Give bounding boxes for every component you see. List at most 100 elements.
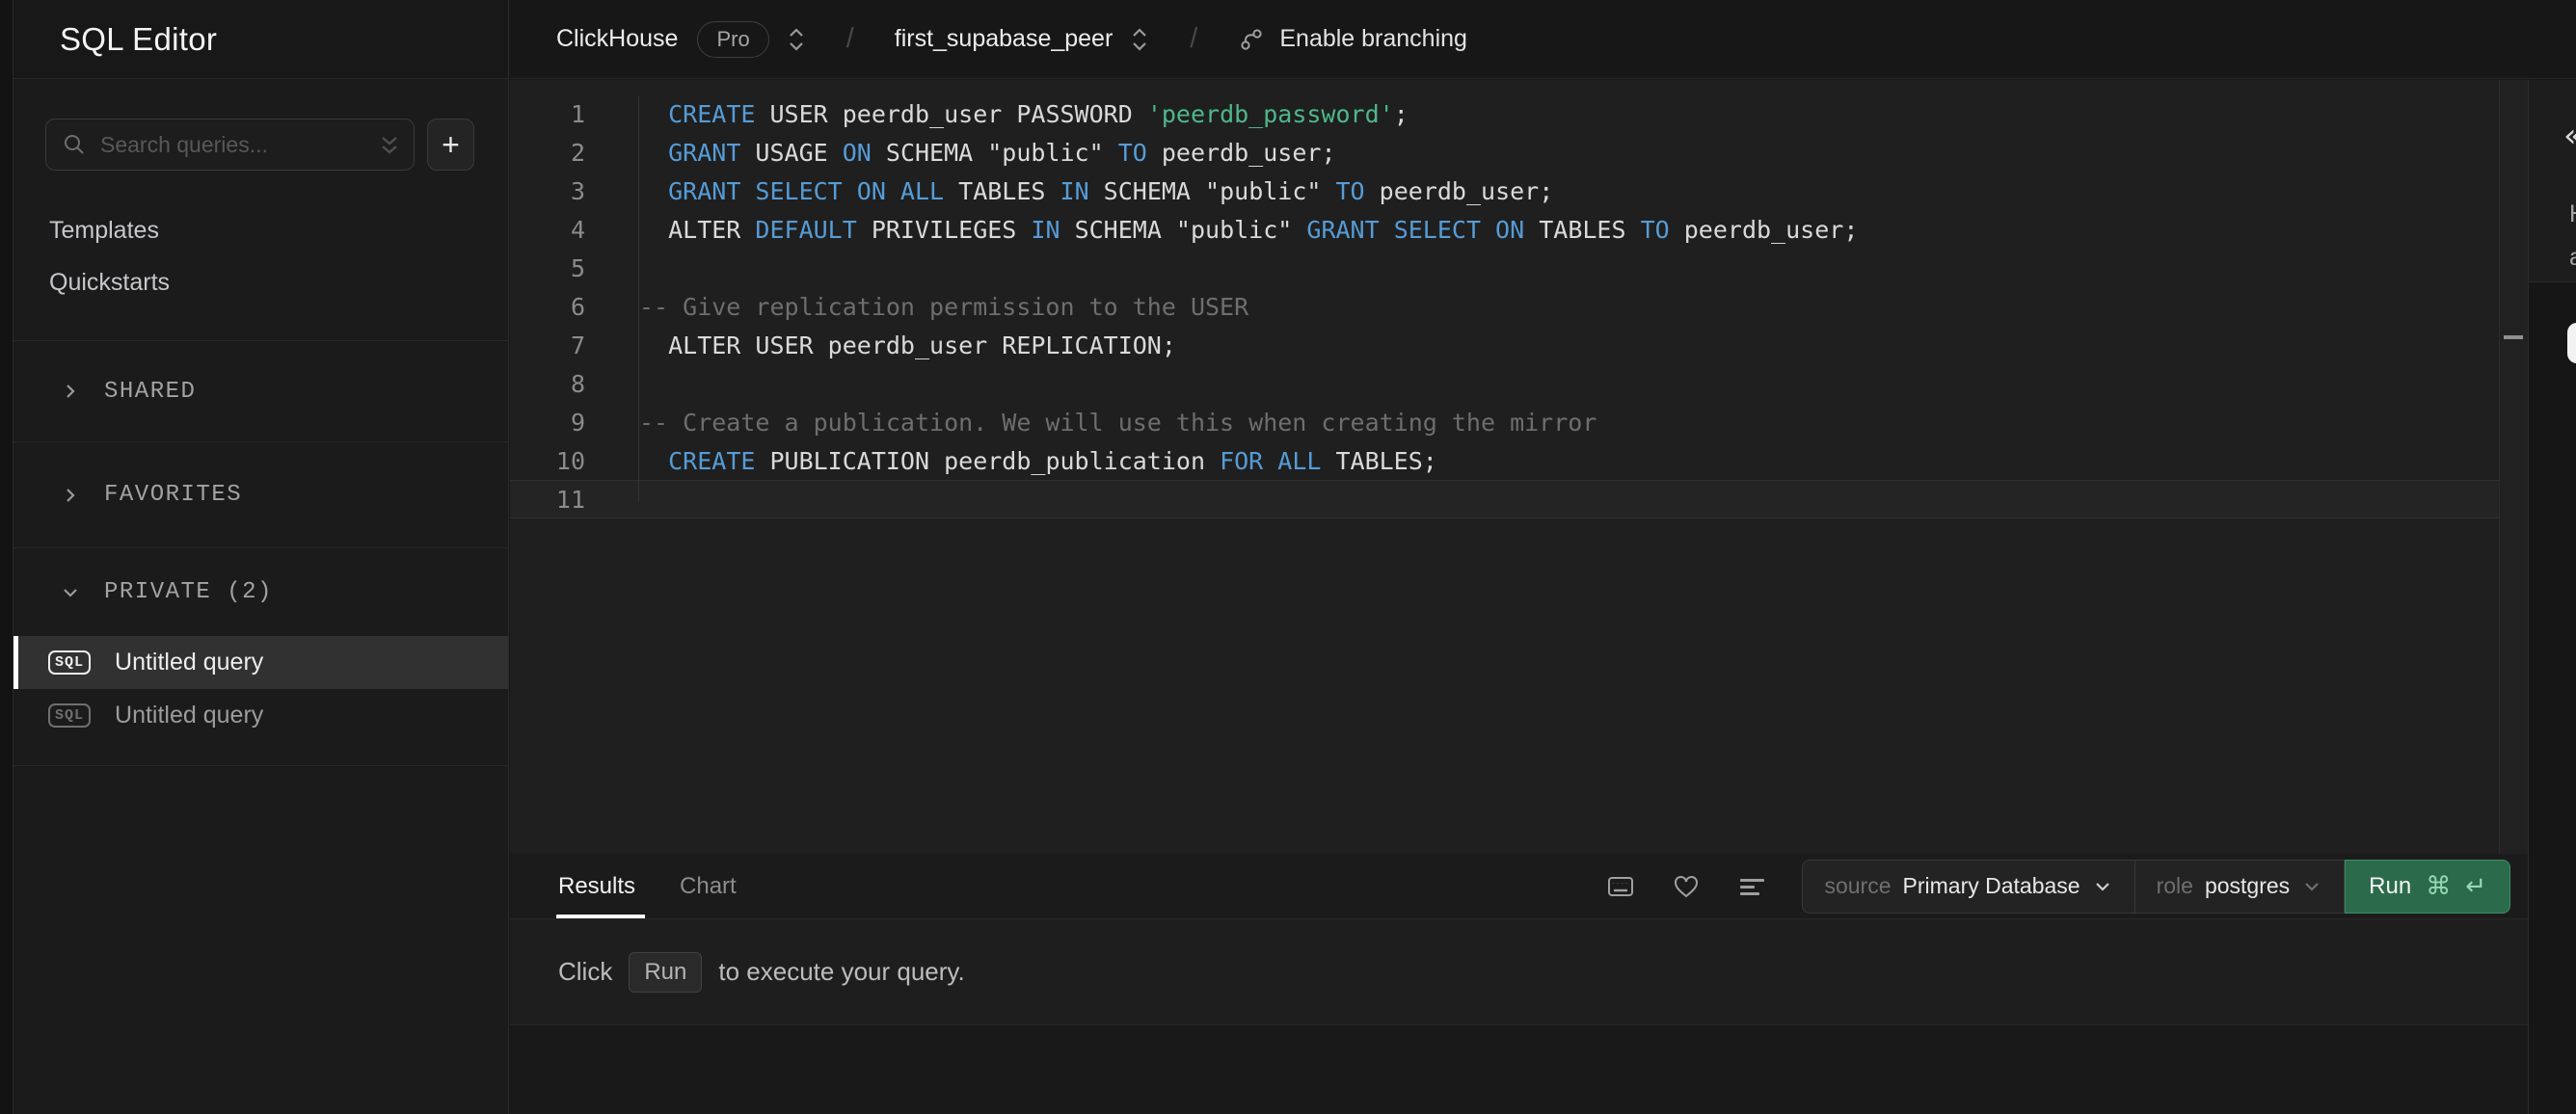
run-button[interactable]: Run ⌘ ↵	[2345, 859, 2510, 914]
favorite-heart-icon[interactable]	[1671, 871, 1702, 902]
code-token: SCHEMA "public"	[1060, 215, 1307, 244]
new-query-button[interactable]: +	[427, 119, 474, 171]
code-line[interactable]: 6 -- Give replication permission to the U…	[510, 287, 2499, 326]
code-token: SCHEMA "public"	[871, 138, 1118, 167]
sidebar-header: SQL Editor	[13, 0, 508, 79]
code-token: ALTER	[639, 215, 756, 244]
code-token: TO	[1335, 176, 1365, 205]
line-number: 5	[570, 253, 585, 282]
code-token: ON	[842, 138, 872, 167]
search-input[interactable]	[98, 130, 367, 159]
code-line[interactable]: 3 GRANT SELECT ON ALL TABLES IN SCHEMA "…	[510, 172, 2499, 210]
format-lines-icon[interactable]	[1736, 871, 1767, 902]
query-label: Untitled query	[115, 649, 264, 676]
chevron-right-icon	[67, 488, 75, 502]
run-label: Run	[2369, 872, 2412, 899]
source-label: source	[1824, 873, 1892, 898]
code-token: USAGE	[740, 138, 843, 167]
section-label: FAVORITES	[104, 482, 243, 508]
code-token: peerdb_user;	[1146, 138, 1336, 167]
role-select[interactable]: role postgres	[2134, 859, 2346, 914]
panel-text-fragment: a	[2569, 244, 2576, 271]
section-shared[interactable]: SHARED	[13, 340, 508, 441]
indent-guide	[638, 96, 639, 501]
cursor-position-marker[interactable]	[2504, 335, 2523, 339]
page-title: SQL Editor	[60, 20, 218, 57]
code-line[interactable]: 11	[510, 480, 2499, 518]
results-panel: Results Chart source Primary Database ro…	[510, 854, 2528, 1114]
editor-scrollbar-track[interactable]	[2499, 80, 2528, 854]
plus-icon: +	[442, 126, 460, 162]
code-token: GRANT SELECT ON ALL	[668, 176, 945, 205]
code-lines: 1 CREATE USER peerdb_user PASSWORD 'peer…	[510, 94, 2499, 518]
chevron-down-icon	[2305, 882, 2319, 891]
code-editor[interactable]: 1 CREATE USER peerdb_user PASSWORD 'peer…	[510, 80, 2499, 854]
org-selector-unfold-icon[interactable]	[787, 26, 806, 53]
org-name[interactable]: ClickHouse	[556, 25, 678, 53]
selected-indicator	[13, 636, 18, 689]
code-token: DEFAULT	[755, 215, 857, 244]
code-token: CREATE	[668, 446, 756, 475]
code-line[interactable]: 1 CREATE USER peerdb_user PASSWORD 'peer…	[510, 94, 2499, 133]
code-token: ALTER USER peerdb_user REPLICATION;	[639, 331, 1176, 359]
code-token: IN	[1031, 215, 1060, 244]
line-number: 7	[570, 331, 585, 359]
breadcrumb-separator: /	[845, 23, 854, 54]
list-item-untitled-query-2[interactable]: SQL Untitled query	[13, 689, 508, 742]
run-kbd-hint: Run	[629, 951, 703, 993]
sidebar-item-templates[interactable]: Templates	[13, 204, 508, 256]
line-number: 8	[570, 369, 585, 398]
sidebar: SQL Editor + Templates Quickstarts	[13, 0, 509, 1114]
section-favorites[interactable]: FAVORITES	[13, 441, 508, 547]
code-text: ALTER USER peerdb_user REPLICATION;	[585, 332, 1176, 359]
keyboard-shortcuts-icon[interactable]	[1605, 871, 1636, 902]
chevron-down-icon	[2095, 882, 2109, 891]
code-line[interactable]: 7 ALTER USER peerdb_user REPLICATION;	[510, 326, 2499, 364]
chevron-down-icon	[64, 588, 77, 597]
code-token: ;	[1393, 99, 1409, 128]
double-chevron-down-icon	[382, 137, 397, 154]
enable-branching-label: Enable branching	[1279, 25, 1467, 52]
enable-branching-button[interactable]: Enable branching	[1238, 25, 1467, 53]
project-selector-unfold-icon[interactable]	[1130, 26, 1149, 53]
empty-state-text: to execute your query.	[718, 957, 965, 986]
sql-file-icon: SQL	[48, 650, 92, 675]
source-select[interactable]: source Primary Database	[1802, 859, 2135, 914]
code-line[interactable]: 9 -- Create a publication. We will use th…	[510, 403, 2499, 441]
collapse-panel-icon[interactable]: «	[2563, 117, 2576, 155]
code-token: FOR ALL	[1220, 446, 1322, 475]
panel-button[interactable]	[2567, 323, 2576, 363]
search-queries-box[interactable]	[45, 119, 415, 171]
tab-results[interactable]: Results	[556, 854, 646, 918]
line-number: 4	[570, 215, 585, 244]
run-control-group: source Primary Database role postgres Ru…	[1802, 859, 2510, 914]
results-footer	[510, 1025, 2528, 1113]
sidebar-toolbar: +	[45, 119, 474, 171]
project-name[interactable]: first_supabase_peer	[895, 25, 1114, 53]
right-panel-body	[2529, 282, 2576, 1114]
code-token: GRANT SELECT ON	[1306, 215, 1525, 244]
section-private[interactable]: PRIVATE (2)	[13, 547, 508, 636]
list-item-untitled-query-1[interactable]: SQL Untitled query	[13, 636, 508, 689]
code-token: peerdb_user;	[1364, 176, 1554, 205]
code-line[interactable]: 8	[510, 364, 2499, 403]
code-line[interactable]: 4 ALTER DEFAULT PRIVILEGES IN SCHEMA "pu…	[510, 210, 2499, 249]
code-line[interactable]: 5	[510, 249, 2499, 287]
code-line[interactable]: 10 CREATE PUBLICATION peerdb_publication…	[510, 441, 2499, 480]
line-number: 10	[555, 446, 585, 475]
panel-text-fragment: H	[2569, 200, 2576, 228]
right-panel-header: « H a	[2529, 80, 2576, 282]
tab-chart[interactable]: Chart	[680, 854, 737, 918]
code-token: SCHEMA "public"	[1088, 176, 1336, 205]
code-token: IN	[1060, 176, 1089, 205]
search-icon	[65, 135, 84, 154]
code-line[interactable]: 2 GRANT USAGE ON SCHEMA "public" TO peer…	[510, 133, 2499, 172]
app-nav-rail	[0, 0, 13, 1114]
active-tab-underline	[556, 915, 646, 918]
breadcrumb-separator: /	[1190, 23, 1198, 54]
sidebar-item-quickstarts[interactable]: Quickstarts	[13, 256, 508, 308]
plan-badge[interactable]: Pro	[697, 20, 769, 58]
